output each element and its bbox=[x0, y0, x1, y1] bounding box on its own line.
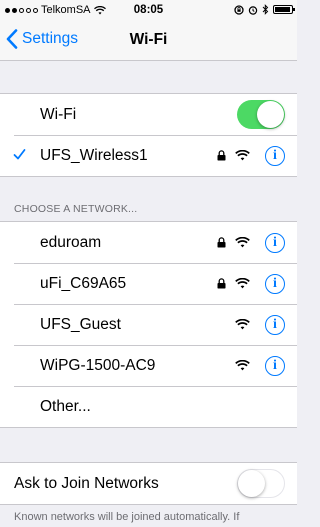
network-row[interactable]: WiPG-1500-AC9 i bbox=[0, 345, 297, 386]
wifi-icon bbox=[235, 278, 250, 289]
info-icon[interactable]: i bbox=[265, 355, 285, 376]
network-icons: i bbox=[235, 345, 285, 386]
toggle-knob bbox=[238, 470, 265, 497]
info-icon[interactable]: i bbox=[265, 145, 285, 166]
wifi-icon bbox=[235, 237, 250, 248]
wifi-toggle[interactable] bbox=[237, 100, 285, 129]
wifi-icon bbox=[235, 319, 250, 330]
info-icon[interactable]: i bbox=[265, 232, 285, 253]
page-title: Wi-Fi bbox=[129, 31, 168, 48]
network-row[interactable]: eduroam i bbox=[0, 222, 297, 263]
status-icons bbox=[234, 4, 295, 15]
checkmark-icon bbox=[13, 149, 26, 160]
alarm-icon bbox=[248, 5, 258, 15]
wifi-icon bbox=[235, 150, 250, 161]
navigation-bar: Settings Wi-Fi bbox=[0, 20, 297, 61]
ask-to-join-label: Ask to Join Networks bbox=[14, 474, 159, 492]
wifi-toggle-row: Wi-Fi bbox=[0, 94, 297, 135]
toggle-knob bbox=[257, 101, 284, 128]
lock-icon bbox=[217, 278, 226, 289]
network-icons: i bbox=[235, 304, 285, 345]
network-name: eduroam bbox=[40, 233, 102, 251]
bluetooth-icon bbox=[262, 4, 269, 15]
lock-icon bbox=[217, 237, 226, 248]
info-icon[interactable]: i bbox=[265, 314, 285, 335]
info-icon[interactable]: i bbox=[265, 273, 285, 294]
network-name: WiPG-1500-AC9 bbox=[40, 356, 156, 374]
section-header: CHOOSE A NETWORK... bbox=[14, 203, 138, 215]
network-icons: i bbox=[217, 263, 285, 304]
ask-to-join-row: Ask to Join Networks bbox=[0, 463, 297, 504]
wifi-icon bbox=[235, 360, 250, 371]
battery-level bbox=[275, 7, 291, 12]
ask-to-join-group: Ask to Join Networks bbox=[0, 462, 297, 505]
connected-network-row[interactable]: UFS_Wireless1 i bbox=[0, 135, 297, 176]
wifi-toggle-label: Wi-Fi bbox=[40, 105, 77, 123]
battery-icon bbox=[273, 5, 295, 14]
networks-group: eduroam i uFi_C69A65 i UFS_Guest i WiPG-… bbox=[0, 221, 297, 428]
footer-note: Known networks will be joined automatica… bbox=[14, 511, 240, 523]
wifi-group: Wi-Fi UFS_Wireless1 i bbox=[0, 93, 297, 177]
network-name: UFS_Guest bbox=[40, 315, 121, 333]
other-network-label: Other... bbox=[40, 397, 91, 415]
rotation-lock-icon bbox=[234, 4, 244, 15]
other-network-row[interactable]: Other... bbox=[0, 386, 297, 427]
network-icons: i bbox=[217, 222, 285, 263]
status-bar: TelkomSA 08:05 bbox=[0, 0, 297, 20]
lock-icon bbox=[217, 150, 226, 161]
network-row[interactable]: uFi_C69A65 i bbox=[0, 263, 297, 304]
ask-to-join-toggle[interactable] bbox=[237, 469, 285, 498]
connected-network-name: UFS_Wireless1 bbox=[40, 146, 148, 164]
network-row[interactable]: UFS_Guest i bbox=[0, 304, 297, 345]
network-name: uFi_C69A65 bbox=[40, 274, 127, 292]
network-icons: i bbox=[217, 135, 285, 176]
